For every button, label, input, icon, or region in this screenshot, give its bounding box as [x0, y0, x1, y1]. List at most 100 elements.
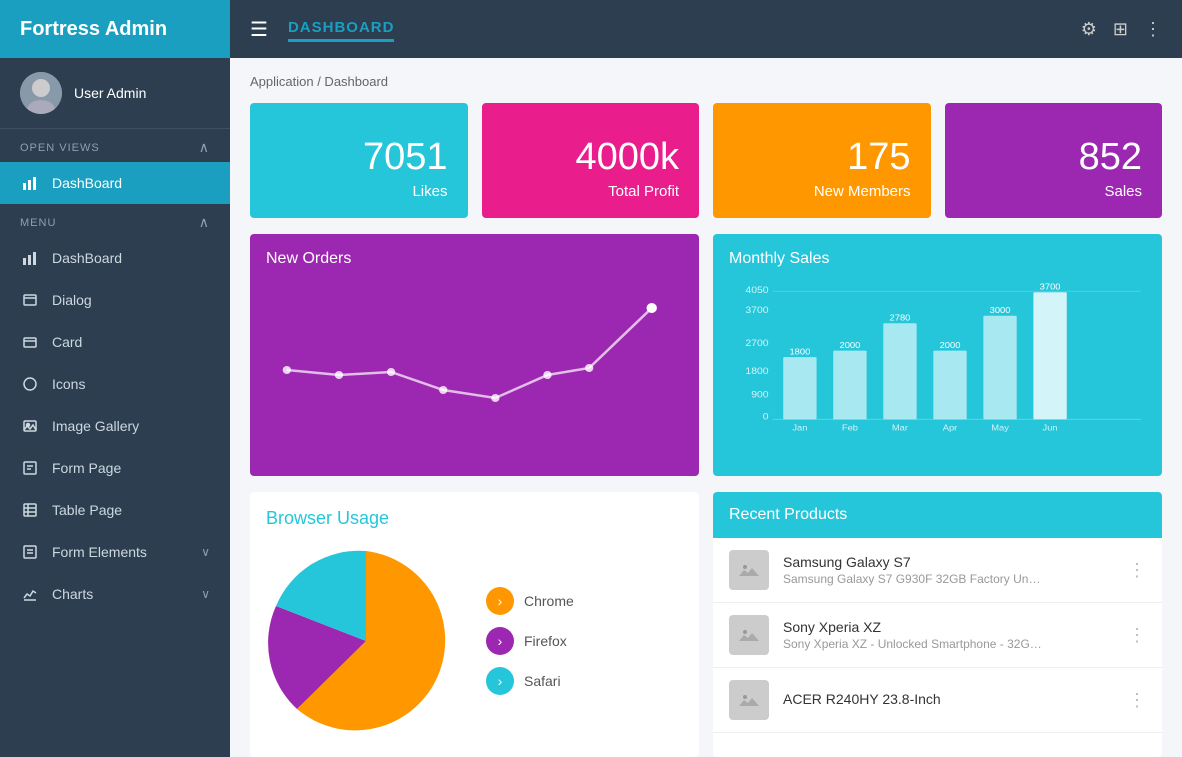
svg-text:Mar: Mar: [892, 423, 908, 432]
topbar: ☰ DASHBOARD ⚙ ⊞ ⋮: [230, 0, 1182, 58]
stats-row: 7051 Likes 4000k Total Profit 175 New Me…: [250, 103, 1162, 218]
stat-card-members: 175 New Members: [713, 103, 931, 218]
stat-label-sales: Sales: [1104, 183, 1142, 200]
sidebar-username: User Admin: [74, 85, 146, 101]
grid-icon[interactable]: ⊞: [1113, 19, 1128, 40]
browser-usage-title: Browser Usage: [266, 508, 683, 529]
browser-content: › Chrome › Firefox › Safari: [266, 541, 683, 741]
safari-dot: ›: [486, 667, 514, 695]
svg-text:Jun: Jun: [1043, 423, 1058, 432]
stat-label-members: New Members: [814, 183, 911, 200]
product-menu-3[interactable]: ⋮: [1128, 690, 1146, 711]
sidebar-item-dialog[interactable]: Dialog: [0, 279, 230, 321]
sidebar-item-label: Form Elements: [52, 544, 147, 560]
sidebar-title: Fortress Admin: [20, 18, 167, 41]
firefox-label: Firefox: [524, 633, 567, 649]
recent-products-header: Recent Products: [713, 492, 1162, 538]
sidebar-item-dashboard[interactable]: DashBoard: [0, 237, 230, 279]
product-menu-2[interactable]: ⋮: [1128, 625, 1146, 646]
monthly-sales-panel: Monthly Sales 4050 3700 2700 1800 900 0: [713, 234, 1162, 476]
svg-text:2000: 2000: [940, 340, 961, 349]
more-vert-icon[interactable]: ⋮: [1144, 19, 1162, 40]
svg-text:4050: 4050: [745, 286, 769, 296]
product-thumb-3: [729, 680, 769, 720]
sidebar-logo: Fortress Admin: [0, 0, 230, 58]
section-menu: MENU ∧: [0, 204, 230, 237]
svg-text:2700: 2700: [745, 338, 769, 348]
svg-text:1800: 1800: [745, 367, 769, 377]
sidebar-item-image-gallery[interactable]: Image Gallery: [0, 405, 230, 447]
sidebar-item-table-page[interactable]: Table Page: [0, 489, 230, 531]
svg-text:Jan: Jan: [792, 423, 807, 432]
product-thumb-1: [729, 550, 769, 590]
svg-text:1800: 1800: [789, 347, 810, 356]
stat-label-profit: Total Profit: [608, 183, 679, 200]
card-icon: [20, 332, 40, 352]
chart-line-icon: [20, 584, 40, 604]
recent-products-panel: Recent Products Samsung Galaxy S7 Samsun…: [713, 492, 1162, 757]
product-name-1: Samsung Galaxy S7: [783, 554, 1128, 570]
legend-chrome: › Chrome: [486, 587, 574, 615]
image-icon: [20, 416, 40, 436]
avatar: [20, 72, 62, 114]
new-orders-title: New Orders: [266, 250, 683, 268]
product-item-1: Samsung Galaxy S7 Samsung Galaxy S7 G930…: [713, 538, 1162, 603]
sidebar-item-dashboard-open[interactable]: DashBoard: [0, 162, 230, 204]
new-orders-panel: New Orders: [250, 234, 699, 476]
sidebar-item-label: DashBoard: [52, 175, 122, 191]
monthly-sales-title: Monthly Sales: [729, 250, 1146, 268]
product-menu-1[interactable]: ⋮: [1128, 560, 1146, 581]
product-info-2: Sony Xperia XZ Sony Xperia XZ - Unlocked…: [783, 619, 1128, 651]
product-item-3: ACER R240HY 23.8-Inch ⋮: [713, 668, 1162, 733]
sidebar-item-label: Dialog: [52, 292, 92, 308]
chrome-dot: ›: [486, 587, 514, 615]
stat-label-likes: Likes: [412, 183, 447, 200]
main-content: ☰ DASHBOARD ⚙ ⊞ ⋮ Application / Dashboar…: [230, 0, 1182, 757]
hamburger-icon[interactable]: ☰: [250, 17, 268, 42]
bar-chart-icon: [20, 173, 40, 193]
svg-text:3700: 3700: [1040, 282, 1061, 291]
product-info-3: ACER R240HY 23.8-Inch: [783, 691, 1128, 709]
svg-text:900: 900: [751, 390, 769, 400]
topbar-icons: ⚙ ⊞ ⋮: [1081, 19, 1162, 40]
product-desc-1: Samsung Galaxy S7 G930F 32GB Factory Unl…: [783, 572, 1043, 586]
chevron-menu[interactable]: ∧: [199, 214, 210, 231]
sidebar-item-label: Card: [52, 334, 82, 350]
breadcrumb: Application / Dashboard: [250, 74, 1162, 89]
sidebar-item-icons[interactable]: Icons: [0, 363, 230, 405]
sidebar-item-card[interactable]: Card: [0, 321, 230, 363]
settings-icon[interactable]: ⚙: [1081, 19, 1097, 40]
sidebar-item-form-elements[interactable]: Form Elements ∨: [0, 531, 230, 573]
sidebar-item-label: DashBoard: [52, 250, 122, 266]
monthly-sales-chart: 4050 3700 2700 1800 900 0 1800: [729, 280, 1146, 460]
chevron-charts-icon: ∨: [201, 587, 210, 601]
page-content: Application / Dashboard 7051 Likes 4000k…: [230, 58, 1182, 757]
bar-chart2-icon: [20, 248, 40, 268]
chevron-form-elements-icon: ∨: [201, 545, 210, 559]
window-icon: [20, 290, 40, 310]
safari-label: Safari: [524, 673, 561, 689]
legend-firefox: › Firefox: [486, 627, 574, 655]
product-name-3: ACER R240HY 23.8-Inch: [783, 691, 1128, 707]
product-info-1: Samsung Galaxy S7 Samsung Galaxy S7 G930…: [783, 554, 1128, 586]
stat-value-members: 175: [847, 137, 910, 179]
legend-safari: › Safari: [486, 667, 574, 695]
form-icon: [20, 458, 40, 478]
topbar-tab-dashboard[interactable]: DASHBOARD: [288, 16, 395, 42]
stat-card-sales: 852 Sales: [945, 103, 1163, 218]
recent-products-title: Recent Products: [729, 506, 847, 523]
stat-card-profit: 4000k Total Profit: [482, 103, 700, 218]
svg-text:Feb: Feb: [842, 423, 858, 432]
svg-text:2780: 2780: [890, 313, 911, 322]
sidebar-item-charts[interactable]: Charts ∨: [0, 573, 230, 615]
sidebar-item-label: Icons: [52, 376, 85, 392]
table-icon: [20, 500, 40, 520]
chevron-open-views[interactable]: ∧: [199, 139, 210, 156]
svg-text:May: May: [991, 423, 1009, 432]
sidebar-item-label: Charts: [52, 586, 93, 602]
svg-text:Apr: Apr: [943, 423, 958, 432]
circle-icon: [20, 374, 40, 394]
stat-value-profit: 4000k: [575, 137, 679, 179]
sidebar-item-form-page[interactable]: Form Page: [0, 447, 230, 489]
section-open-views: OPEN VIEWS ∧: [0, 129, 230, 162]
